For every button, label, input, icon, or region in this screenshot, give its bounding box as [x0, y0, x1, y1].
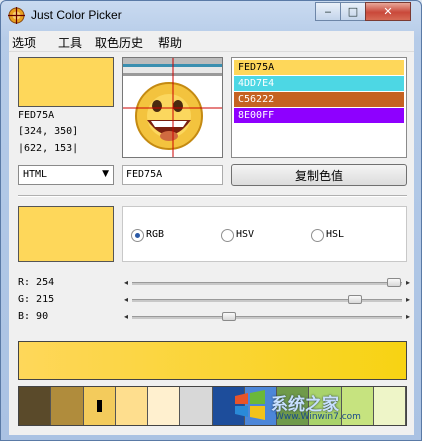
palette-swatch[interactable] [115, 387, 148, 425]
title-bar[interactable]: Just Color Picker ‒ □ ✕ [1, 1, 421, 31]
palette-swatch[interactable] [341, 387, 374, 425]
palette-swatch[interactable] [309, 387, 342, 425]
history-item[interactable]: FED75A [234, 60, 404, 75]
slider-left-arrow-icon[interactable]: ◂ [124, 278, 128, 287]
magnified-smiley-icon [123, 58, 222, 157]
chevron-down-icon: ▼ [102, 169, 109, 179]
slider-thumb[interactable] [222, 312, 237, 321]
rgb-label: RGB [146, 229, 165, 240]
color-history-list[interactable]: FED75A 4DD7E4 C56222 8E00FF [231, 57, 407, 158]
palette-swatch[interactable] [277, 387, 310, 425]
palette-swatch[interactable] [244, 387, 277, 425]
color-gradient-bar[interactable] [18, 341, 407, 380]
slider-thumb[interactable] [386, 278, 401, 287]
menu-options[interactable]: 选项 [12, 34, 36, 51]
screen-position-text: |622, 153| [18, 143, 79, 154]
palette-swatch[interactable] [373, 387, 406, 425]
palette-swatch[interactable] [212, 387, 245, 425]
magnifier-view [122, 57, 223, 158]
history-item[interactable]: 4DD7E4 [234, 76, 404, 91]
minimize-button[interactable]: ‒ [315, 2, 341, 21]
crosshair-app-icon [8, 7, 25, 24]
slider-thumb[interactable] [347, 295, 362, 304]
main-panel: FED75A [324, 350] |622, 153| FED75A 4DD7… [9, 52, 414, 435]
slider-track[interactable] [132, 316, 402, 319]
palette-swatches[interactable] [18, 386, 407, 426]
menu-tools[interactable]: 工具 [58, 34, 82, 51]
hsl-label: HSL [326, 229, 345, 240]
color-value-field[interactable]: FED75A [122, 165, 223, 185]
app-window: Just Color Picker ‒ □ ✕ 选项 工具 取色历史 帮助 FE… [0, 0, 422, 441]
red-label: R: 254 [18, 277, 55, 288]
history-item[interactable]: 8E00FF [234, 108, 404, 123]
red-slider[interactable]: ◂ ▸ [124, 277, 410, 289]
copy-value-button[interactable]: 复制色值 [231, 164, 407, 186]
color-value-text: FED75A [126, 169, 163, 180]
menu-bar: 选项 工具 取色历史 帮助 [9, 31, 414, 52]
palette-swatch[interactable] [83, 387, 116, 425]
close-button[interactable]: ✕ [365, 2, 411, 21]
current-color-swatch [18, 57, 114, 107]
maximize-button[interactable]: □ [340, 2, 366, 21]
slider-left-arrow-icon[interactable]: ◂ [124, 295, 128, 304]
history-item[interactable]: C56222 [234, 92, 404, 107]
format-select-value: HTML [23, 169, 48, 180]
palette-swatch[interactable] [180, 387, 213, 425]
separator [18, 195, 407, 197]
rgb-radio[interactable] [131, 229, 144, 242]
slider-right-arrow-icon[interactable]: ▸ [406, 295, 410, 304]
window-title: Just Color Picker [31, 8, 122, 22]
hsl-radio[interactable] [311, 229, 324, 242]
slider-left-arrow-icon[interactable]: ◂ [124, 312, 128, 321]
blue-slider[interactable]: ◂ ▸ [124, 311, 410, 323]
cursor-position-text: [324, 350] [18, 126, 79, 137]
green-slider[interactable]: ◂ ▸ [124, 294, 410, 306]
green-label: G: 215 [18, 294, 55, 305]
color-mode-group: RGB HSV HSL [122, 206, 407, 262]
slider-right-arrow-icon[interactable]: ▸ [406, 312, 410, 321]
current-hex-text: FED75A [18, 110, 55, 121]
hsv-radio[interactable] [221, 229, 234, 242]
hsv-label: HSV [236, 229, 255, 240]
palette-swatch[interactable] [19, 387, 52, 425]
format-select[interactable]: HTML ▼ [18, 165, 114, 185]
menu-help[interactable]: 帮助 [158, 34, 182, 51]
palette-swatch[interactable] [51, 387, 84, 425]
blue-label: B: 90 [18, 311, 49, 322]
selected-color-preview [18, 206, 114, 262]
selected-swatch-marker [96, 400, 102, 412]
menu-history[interactable]: 取色历史 [95, 34, 143, 51]
slider-right-arrow-icon[interactable]: ▸ [406, 278, 410, 287]
palette-swatch[interactable] [148, 387, 181, 425]
slider-track[interactable] [132, 282, 402, 285]
